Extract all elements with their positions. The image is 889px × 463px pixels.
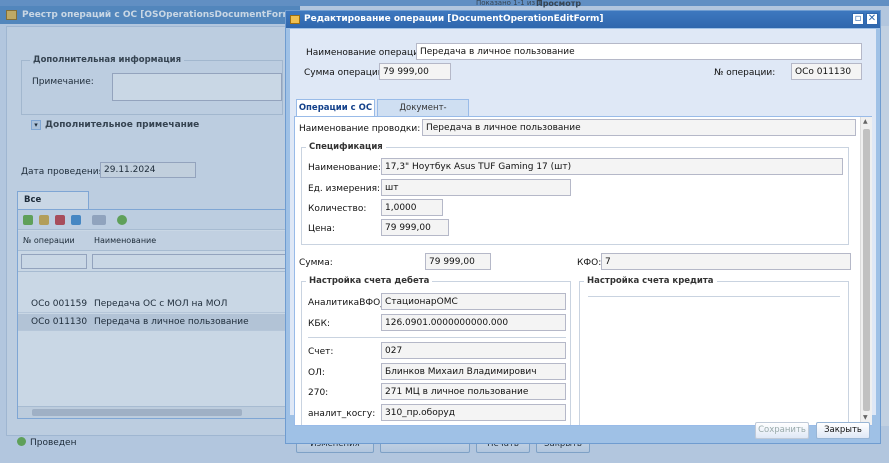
kfo-label: КФО: (577, 258, 602, 268)
credit-divider (588, 296, 840, 297)
table-row[interactable]: ОСо 001159 Передача ОС с МОЛ на МОЛ (18, 296, 288, 313)
note-input[interactable] (112, 73, 282, 101)
window-icon (6, 10, 17, 20)
postings-grid: № операции Наименование ОСо 001159 Перед… (17, 209, 289, 419)
debit-ol-input[interactable]: Блинков Михаил Владимирович (381, 363, 566, 380)
debit-divider (308, 337, 566, 338)
scroll-down-icon[interactable]: ▼ (863, 415, 868, 421)
filter-number-input[interactable] (21, 254, 87, 269)
debit-title: Настройка счета дебета (306, 276, 433, 286)
grid-filter-row (18, 252, 288, 272)
op-number-input[interactable]: ОСо 011130 (791, 63, 862, 80)
dialog-title: Редактирование операции [DocumentOperati… (304, 14, 604, 24)
background-window-title: Реестр операций с ОС [OSOperationsDocume… (0, 6, 300, 24)
close-button[interactable]: Закрыть (816, 422, 870, 439)
kfo-input[interactable]: 7 (601, 253, 851, 270)
menu-icon[interactable] (92, 215, 106, 225)
spec-price-label: Цена: (308, 224, 335, 234)
maximize-icon[interactable]: ▫ (852, 13, 864, 25)
scroll-up-icon[interactable]: ▲ (863, 119, 868, 125)
op-name-input[interactable]: Передача в личное пользование (416, 43, 862, 60)
edit-operation-dialog: Редактирование операции [DocumentOperati… (285, 10, 881, 444)
debit-analytics-input[interactable]: СтационарОМС (381, 293, 566, 310)
spec-unit-label: Ед. измерения: (308, 184, 381, 194)
save-button[interactable]: Сохранить (755, 422, 809, 439)
op-number-label: № операции: (714, 68, 776, 78)
spec-price-input[interactable]: 79 999,00 (381, 219, 449, 236)
tab-os-operations[interactable]: Операции с ОС (296, 99, 375, 116)
additional-info-fieldset: Дополнительная информация Примечание: (21, 55, 283, 115)
op-sum-input[interactable]: 79 999,00 (379, 63, 451, 80)
spec-name-input[interactable]: 17,3" Ноутбук Asus TUF Gaming 17 (шт) (381, 158, 843, 175)
debit-account-label: Счет: (308, 347, 334, 357)
copy-icon[interactable] (71, 215, 81, 225)
spec-qty-input[interactable]: 1,0000 (381, 199, 443, 216)
sum-input[interactable]: 79 999,00 (425, 253, 491, 270)
posting-name-input[interactable]: Передача в личное пользование (422, 119, 856, 136)
status-ok-icon (17, 437, 26, 446)
credit-title: Настройка счета кредита (584, 276, 717, 286)
scrollbar-thumb[interactable] (32, 409, 242, 416)
specification-fieldset: Спецификация Наименование: 17,3" Ноутбук… (301, 142, 849, 245)
tab-all-postings[interactable]: Все проводки (17, 191, 89, 222)
dialog-body: Наименование операции: Передача в личное… (290, 29, 876, 426)
pager-status: Показано 1-1 из 1 (476, 0, 542, 7)
close-icon[interactable]: ✕ (866, 13, 878, 25)
right-panel-edge (880, 26, 889, 426)
specification-title: Спецификация (306, 142, 386, 152)
spec-name-label: Наименование: (308, 163, 381, 173)
table-row-selected[interactable]: ОСо 011130 Передача в личное пользование (18, 314, 288, 331)
date-input[interactable]: 29.11.2024 (100, 162, 196, 178)
spec-unit-input[interactable]: шт (381, 179, 571, 196)
debit-ol-label: ОЛ: (308, 368, 325, 378)
debit-kbk-label: КБК: (308, 319, 330, 329)
debit-270-input[interactable]: 271 МЦ в личное пользование (381, 383, 566, 400)
debit-kbk-input[interactable]: 126.0901.0000000000.000 (381, 314, 566, 331)
status-text: Проведен (30, 438, 77, 448)
op-name-label: Наименование операции: (306, 48, 428, 58)
note-label: Примечание: (32, 77, 94, 87)
dialog-window-icon (290, 15, 300, 24)
additional-note-title[interactable]: Дополнительное примечание (45, 120, 199, 130)
background-form: Дополнительная информация Примечание: ▾ … (6, 26, 290, 446)
tab-panel: Наименование проводки: Передача в личное… (294, 116, 872, 426)
additional-info-title: Дополнительная информация (30, 55, 185, 65)
add-icon[interactable] (23, 215, 33, 225)
op-sum-label: Сумма операции: (304, 68, 387, 78)
debit-account-input[interactable]: 027 (381, 342, 566, 359)
debit-fieldset: Настройка счета дебета АналитикаВФО_7: С… (301, 276, 571, 425)
posting-name-label: Наименование проводки: (299, 124, 421, 134)
debit-kosgu-label: аналит_косгу: (308, 409, 376, 419)
grid-header: № операции Наименование (18, 231, 288, 251)
collapse-arrow-icon[interactable]: ▾ (31, 120, 41, 130)
credit-fieldset: Настройка счета кредита (579, 276, 849, 425)
horizontal-scrollbar[interactable] (18, 406, 288, 418)
spec-qty-label: Количество: (308, 204, 367, 214)
date-label: Дата проведения: (21, 167, 108, 177)
edit-icon[interactable] (39, 215, 49, 225)
column-name[interactable]: Наименование (94, 236, 156, 245)
filter-name-input[interactable] (92, 254, 286, 269)
grid-toolbar (18, 210, 288, 230)
column-number[interactable]: № операции (23, 236, 75, 245)
sum-label: Сумма: (299, 258, 333, 268)
refresh-icon[interactable] (117, 215, 127, 225)
dialog-title-bar[interactable]: Редактирование операции [DocumentOperati… (286, 11, 880, 28)
debit-kosgu-input[interactable]: 310_пр.оборуд (381, 404, 566, 421)
debit-270-label: 270: (308, 388, 329, 398)
vertical-scrollbar[interactable]: ▲ ▼ (860, 117, 872, 425)
tab-basis-document[interactable]: Документ-основание (377, 99, 469, 129)
view-label[interactable]: Просмотр (536, 0, 581, 8)
delete-icon[interactable] (55, 215, 65, 225)
scrollbar-thumb[interactable] (863, 129, 870, 411)
